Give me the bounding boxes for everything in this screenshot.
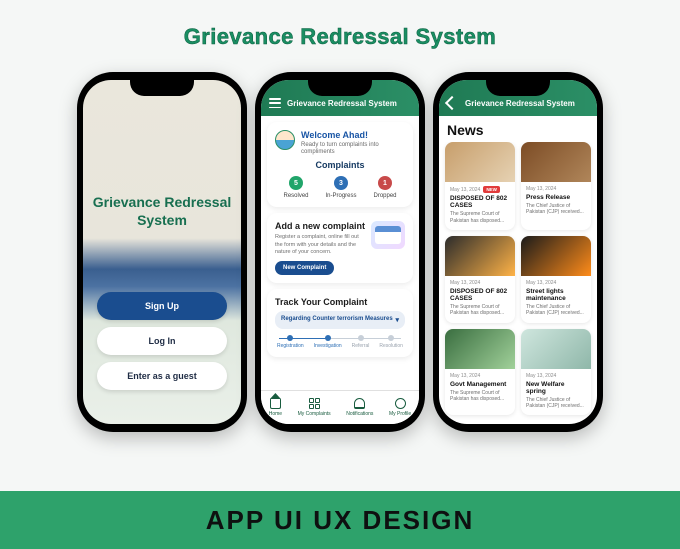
news-card[interactable]: May 13, 2024 Street lights maintenance T… xyxy=(521,236,591,323)
welcome-name: Welcome Ahad! xyxy=(301,130,405,140)
topbar-title: Grievance Redressal System xyxy=(287,99,397,108)
device-notch xyxy=(486,80,550,96)
menu-icon[interactable] xyxy=(269,98,281,108)
news-thumb xyxy=(445,329,515,369)
track-heading: Track Your Complaint xyxy=(275,297,405,307)
news-card[interactable]: May 13, 2024 NEW DISPOSED OF 802 CASES T… xyxy=(445,142,515,230)
app-title: Grievance Redressal System xyxy=(93,193,232,229)
stat-resolved[interactable]: 5 Resolved xyxy=(283,176,308,199)
news-thumb xyxy=(521,329,591,369)
form-illustration-icon xyxy=(371,221,405,249)
news-thumb xyxy=(521,236,591,276)
news-card[interactable]: May 13, 2024 Govt Management The Supreme… xyxy=(445,329,515,416)
add-complaint-heading: Add a new complaint xyxy=(275,221,365,231)
complaints-heading: Complaints xyxy=(275,160,405,170)
promo-headline: Grievance Redressal System xyxy=(0,24,680,50)
avatar[interactable] xyxy=(275,130,295,150)
device-notch xyxy=(130,80,194,96)
promo-banner: APP UI UX DESIGN xyxy=(0,491,680,549)
phone-mockup-home: Grievance Redressal System Welcome Ahad!… xyxy=(255,72,425,432)
nav-profile[interactable]: My Profile xyxy=(389,398,411,417)
phone-mockup-login: Grievance Redressal System Sign Up Log I… xyxy=(77,72,247,432)
news-thumb xyxy=(445,142,515,182)
news-card[interactable]: May 13, 2024 New Welfare spring The Chie… xyxy=(521,329,591,416)
welcome-subtitle: Ready to turn complaints into compliment… xyxy=(301,142,405,156)
nav-notifications[interactable]: Notifications xyxy=(346,398,373,417)
news-thumb xyxy=(521,142,591,182)
topbar-title: Grievance Redressal System xyxy=(465,99,575,108)
news-heading: News xyxy=(439,116,597,142)
grid-icon xyxy=(309,398,320,409)
phone-mockup-news: Grievance Redressal System News May 13, … xyxy=(433,72,603,432)
home-icon xyxy=(270,398,281,409)
bell-icon xyxy=(354,398,365,409)
login-button[interactable]: Log In xyxy=(97,327,227,355)
news-thumb xyxy=(445,236,515,276)
new-badge: NEW xyxy=(483,186,500,193)
user-icon xyxy=(395,398,406,409)
nav-home[interactable]: Home xyxy=(269,398,282,417)
new-complaint-button[interactable]: New Complaint xyxy=(275,261,334,275)
track-progress: Registration Investigation Referral Reso… xyxy=(275,335,405,349)
guest-button[interactable]: Enter as a guest xyxy=(97,362,227,390)
back-icon[interactable] xyxy=(445,96,459,110)
add-complaint-desc: Register a complaint, online fill out th… xyxy=(275,234,365,255)
stat-dropped[interactable]: 1 Dropped xyxy=(373,176,396,199)
track-dropdown[interactable]: Regarding Counter terrorism Measures ▾ xyxy=(275,311,405,329)
signup-button[interactable]: Sign Up xyxy=(97,292,227,320)
news-card[interactable]: May 13, 2024 Press Release The Chief Jus… xyxy=(521,142,591,230)
news-card[interactable]: May 13, 2024 DISPOSED OF 802 CASES The S… xyxy=(445,236,515,323)
device-notch xyxy=(308,80,372,96)
chevron-down-icon: ▾ xyxy=(395,316,399,324)
stat-inprogress[interactable]: 3 In-Progress xyxy=(325,176,356,199)
nav-complaints[interactable]: My Complaints xyxy=(298,398,331,417)
